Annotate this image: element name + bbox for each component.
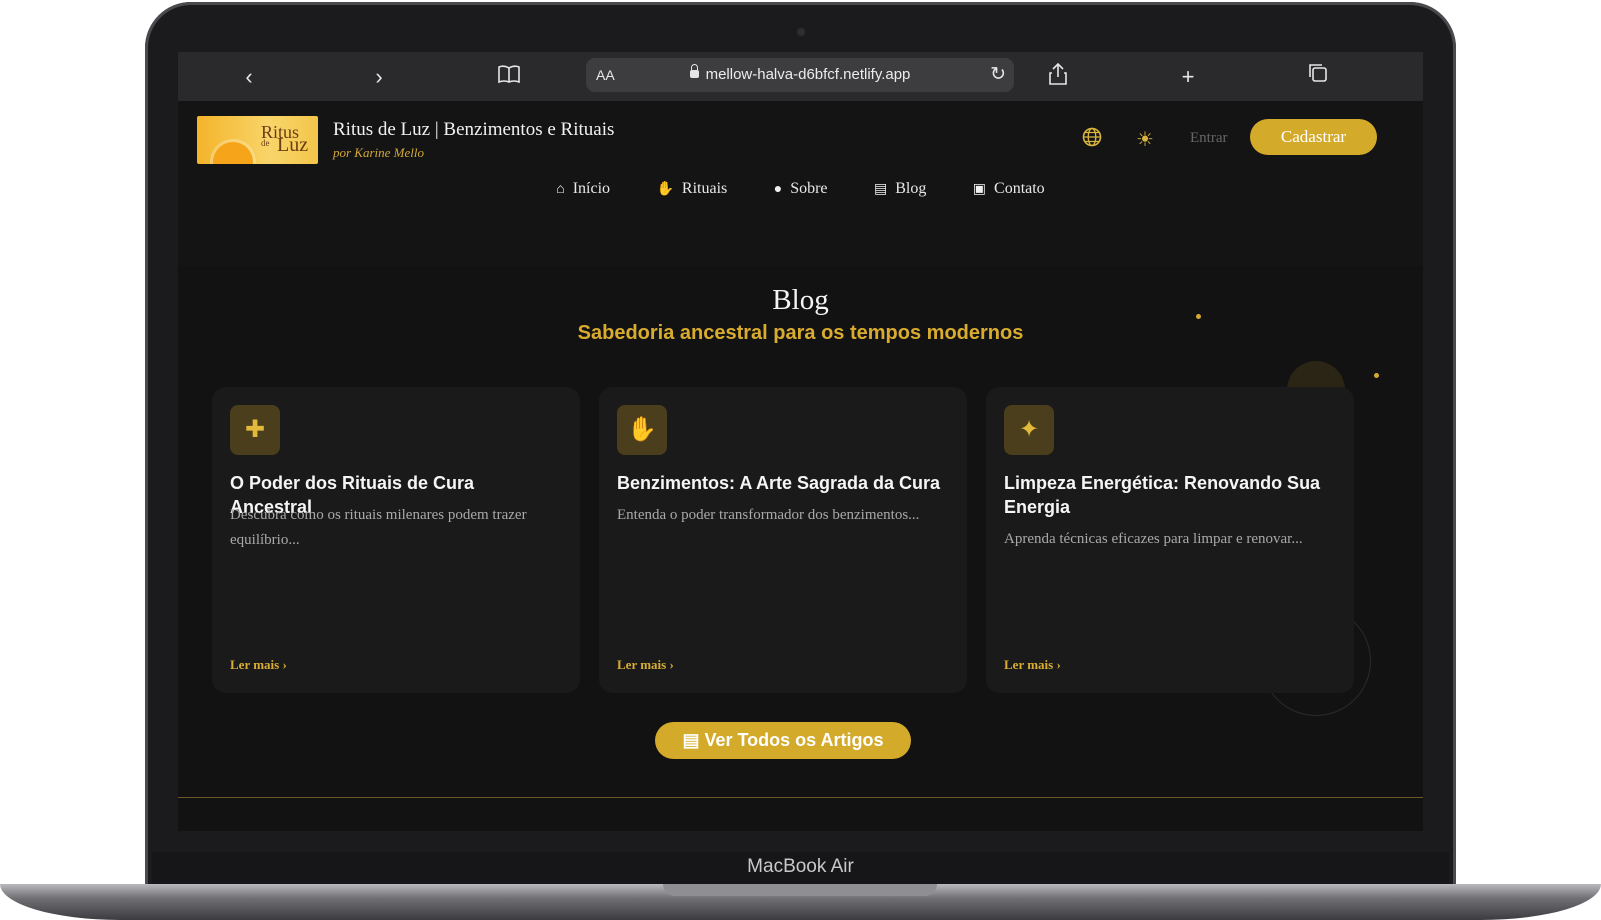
browser-screen: ‹ › AA mellow-halva-d6bfcf.netlify.app ↻… — [178, 52, 1423, 831]
plus-icon[interactable]: + — [1173, 62, 1203, 92]
nav-label: Sobre — [790, 180, 828, 197]
view-all-label: Ver Todos os Artigos — [704, 730, 884, 750]
blog-card[interactable]: ✋ Benzimentos: A Arte Sagrada da Cura En… — [599, 387, 967, 693]
user-icon: ● — [773, 182, 783, 197]
bandage-icon: ✚ — [230, 405, 280, 455]
card-excerpt: Aprenda técnicas eficazes para limpar e … — [1004, 531, 1303, 547]
card-title[interactable]: Benzimentos: A Arte Sagrada da Cura — [617, 471, 947, 495]
nav-item-sobre[interactable]: ● Sobre — [774, 180, 828, 198]
tabs-icon[interactable] — [1303, 62, 1333, 92]
chevron-left-icon[interactable]: ‹ — [234, 62, 264, 92]
read-more-link[interactable]: Ler mais › — [617, 657, 674, 673]
browser-toolbar: ‹ › AA mellow-halva-d6bfcf.netlify.app ↻… — [178, 52, 1423, 101]
home-icon: ⌂ — [556, 182, 565, 197]
chevron-right-icon: › — [282, 657, 287, 672]
chevron-right-icon[interactable]: › — [364, 62, 394, 92]
read-more-label: Ler mais — [617, 657, 667, 672]
reload-icon[interactable]: ↻ — [990, 63, 1006, 86]
page-title: Blog — [772, 284, 829, 316]
url-text: mellow-halva-d6bfcf.netlify.app — [586, 64, 1014, 83]
document-icon: ▤ — [682, 730, 705, 750]
section-divider — [178, 797, 1423, 798]
chevron-right-icon: › — [1056, 657, 1061, 672]
card-excerpt: Descubra como os rituais milenares podem… — [230, 507, 527, 548]
blog-card[interactable]: ✦ Limpeza Energética: Renovando Sua Ener… — [986, 387, 1354, 693]
document-icon: ▤ — [873, 182, 888, 197]
sparkles-icon: ✦ — [1004, 405, 1054, 455]
logo-text-3: Luz — [277, 134, 309, 156]
nav-label: Início — [572, 180, 611, 197]
nav-item-contato[interactable]: ▣ Contato — [973, 180, 1045, 198]
address-bar[interactable]: AA mellow-halva-d6bfcf.netlify.app ↻ — [586, 58, 1014, 92]
signup-button[interactable]: Cadastrar — [1250, 119, 1377, 155]
read-more-label: Ler mais — [230, 657, 280, 672]
laptop-notch — [663, 884, 937, 896]
site-title[interactable]: Ritus de Luz | Benzimentos e Rituais — [333, 119, 614, 141]
logo-text-2: de — [261, 138, 270, 148]
book-icon[interactable] — [494, 62, 524, 92]
device-label: MacBook Air — [747, 856, 854, 877]
site-header: Ritus de Luz Ritus de Luz | Benzimentos … — [178, 101, 1423, 267]
contact-card-icon: ▣ — [972, 182, 987, 197]
page-subtitle: Sabedoria ancestral para os tempos moder… — [577, 322, 1024, 344]
share-icon[interactable] — [1043, 62, 1073, 92]
lock-icon — [689, 64, 699, 78]
nav-label: Contato — [994, 180, 1045, 197]
chevron-right-icon: › — [669, 657, 674, 672]
decor-dot — [1374, 373, 1379, 378]
read-more-link[interactable]: Ler mais › — [230, 657, 287, 673]
read-more-label: Ler mais — [1004, 657, 1054, 672]
nav-item-inicio[interactable]: ⌂ Início — [556, 180, 610, 198]
nav-item-rituais[interactable]: ✋ Rituais — [656, 180, 727, 198]
read-more-link[interactable]: Ler mais › — [1004, 657, 1061, 673]
camera — [797, 28, 805, 36]
url-value: mellow-halva-d6bfcf.netlify.app — [705, 66, 911, 83]
blog-card[interactable]: ✚ O Poder dos Rituais de Cura Ancestral … — [212, 387, 580, 693]
globe-icon[interactable] — [1079, 127, 1105, 153]
site-subtitle: por Karine Mello — [333, 145, 424, 160]
sun-theme-icon[interactable]: ☀ — [1132, 127, 1158, 153]
login-link[interactable]: Entrar — [1190, 130, 1227, 147]
nav-item-blog[interactable]: ▤ Blog — [874, 180, 926, 198]
hand-icon: ✋ — [617, 405, 667, 455]
nav-label: Rituais — [681, 180, 728, 197]
sun-icon — [213, 142, 253, 164]
card-excerpt: Entenda o poder transformador dos benzim… — [617, 507, 920, 523]
main-nav: ⌂ Início ✋ Rituais ● Sobre ▤ Blog ▣ Contato — [178, 180, 1423, 198]
site-logo[interactable]: Ritus de Luz — [197, 116, 318, 164]
nav-label: Blog — [895, 180, 927, 197]
hand-icon: ✋ — [656, 182, 674, 197]
view-all-articles-button[interactable]: ▤ Ver Todos os Artigos — [655, 722, 911, 759]
card-title[interactable]: Limpeza Energética: Renovando Sua Energi… — [1004, 471, 1334, 519]
